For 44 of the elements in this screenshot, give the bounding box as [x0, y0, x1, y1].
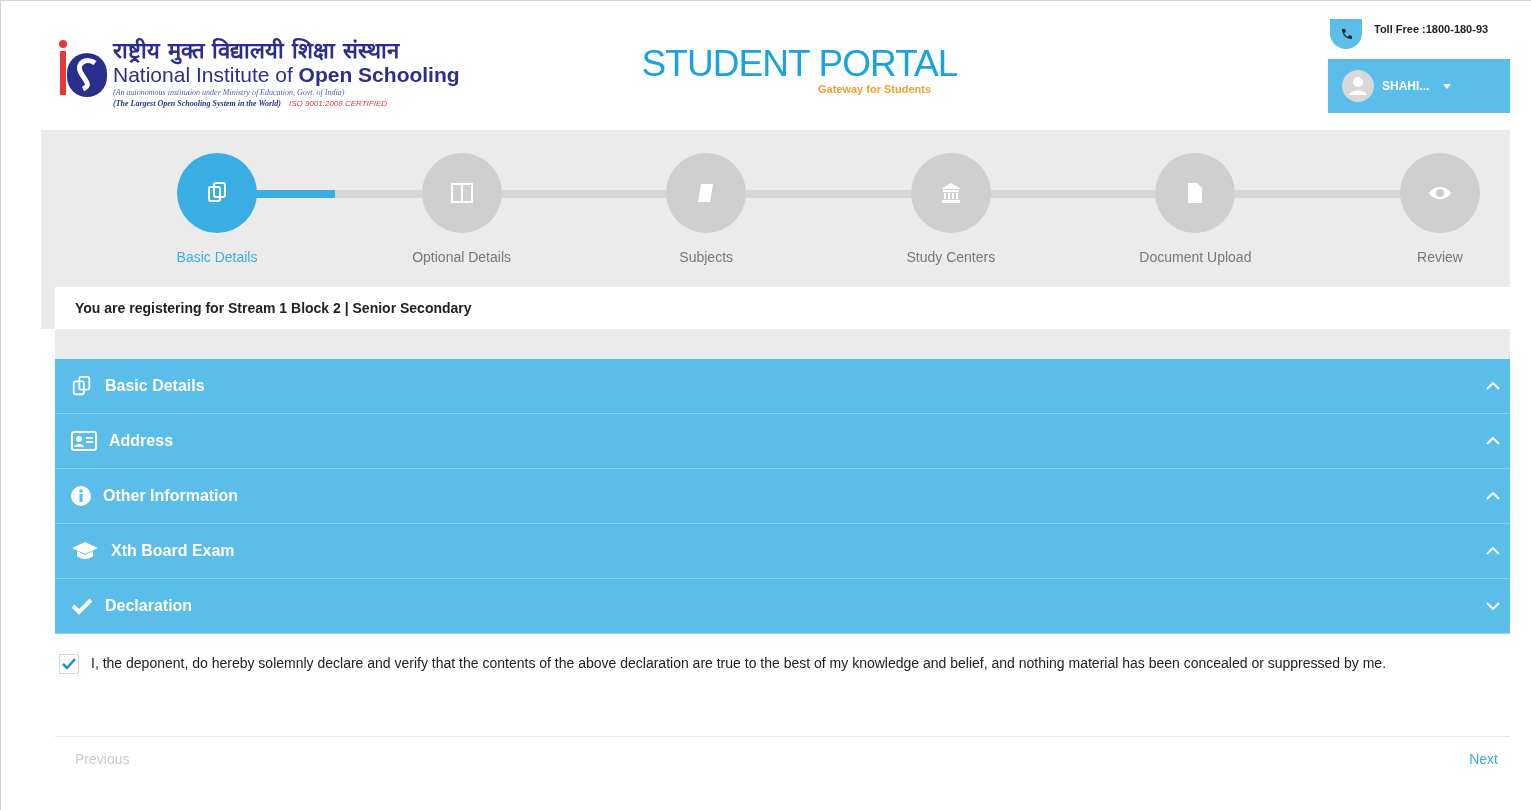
graduation-cap-icon [71, 541, 99, 561]
logo-subtitle: (The Largest Open Schooling System in the World) [113, 99, 281, 109]
address-card-icon [71, 431, 97, 451]
chevron-up-icon [1486, 547, 1500, 555]
section-title: Address [109, 431, 175, 451]
accordion-header[interactable]: Address [55, 414, 1510, 469]
declaration-text: I, the deponent, do hereby solemnly declare and verify that the contents of the above declaration are true to the best of my knowledge and belief, and nothing material has been concealed or suppressed by me. [91, 654, 1387, 673]
chevron-up-icon [1486, 492, 1500, 500]
chevron-up-icon [1486, 382, 1500, 390]
user-menu-button[interactable]: SHAHI... [1328, 59, 1510, 113]
step-icon [449, 181, 474, 205]
portal-tagline: Gateway for Students [816, 82, 932, 97]
registration-note: You are registering for Stream 1 Block 2 | Senior Secondary [75, 298, 472, 318]
copy-icon [71, 375, 93, 397]
step-icon [205, 181, 229, 205]
logo-subtitle: (An autonomous institution under Ministry of Education, Govt. of India) [113, 87, 346, 98]
chevron-down-icon [1486, 602, 1500, 610]
accordion-header[interactable]: Xth Board Exam [55, 524, 1510, 579]
declaration-checkbox[interactable] [59, 654, 79, 674]
logo-hindi-text: राष्ट्रीय मुक्त विद्यालयी शिक्षा संस्थान [113, 39, 401, 63]
accordion-header[interactable]: Basic Details [55, 359, 1510, 414]
section-title: Basic Details [105, 376, 206, 396]
phone-icon [1340, 28, 1352, 40]
info-icon [71, 486, 91, 506]
step-label: Basic Details [176, 248, 258, 267]
portal-title: STUDENT PORTAL [641, 45, 958, 83]
step-label: Optional Details [412, 248, 511, 267]
chevron-up-icon [1486, 437, 1500, 445]
section-title: Declaration [105, 596, 194, 616]
check-icon [62, 658, 76, 670]
step-label: Document Upload [1139, 248, 1252, 267]
accordion-header[interactable]: Other Information [55, 469, 1510, 524]
step-label: Study Centers [906, 248, 996, 267]
checkmark-icon [71, 597, 93, 615]
section-title: Xth Board Exam [111, 541, 236, 561]
step-label: Subjects [679, 248, 734, 267]
next-link[interactable]: Next [1469, 748, 1498, 770]
caret-icon [1443, 83, 1452, 89]
section-title: Other Information [103, 486, 240, 506]
step-label: Review [1417, 248, 1463, 267]
iso-label: ISO 9001:2008 CERTIFIED [288, 98, 388, 110]
avatar-icon [1342, 70, 1374, 102]
toll-free-number: Toll Free :1800-180-93 [1374, 22, 1489, 37]
accordion-header[interactable]: Declaration [55, 579, 1510, 634]
